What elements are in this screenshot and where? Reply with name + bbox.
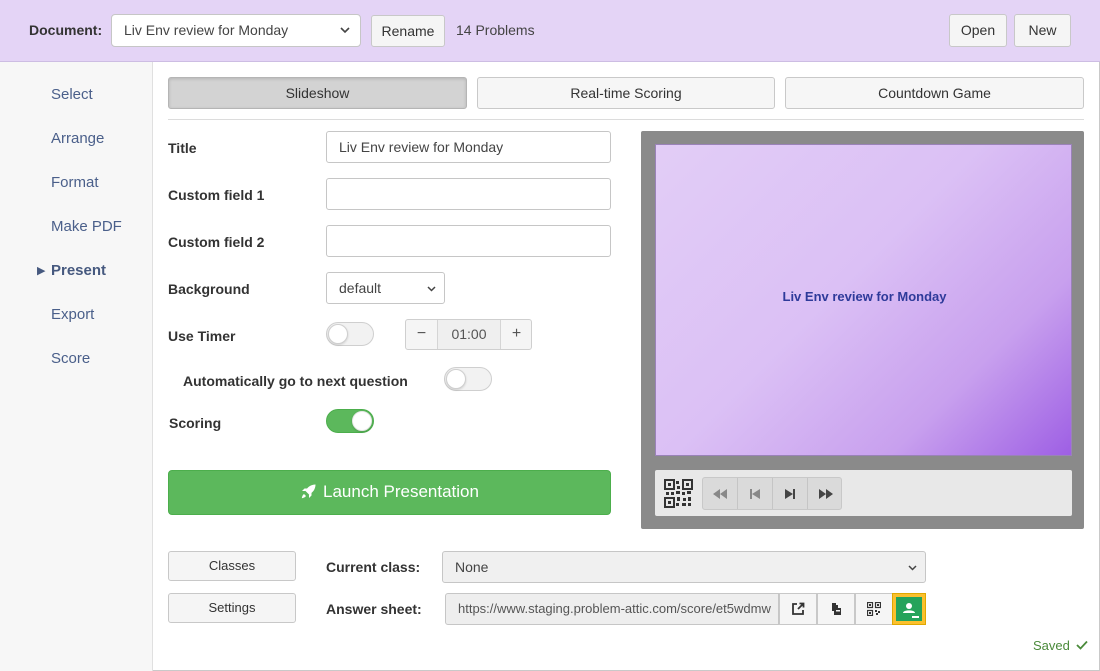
use-timer-toggle[interactable] bbox=[326, 322, 374, 346]
rename-button[interactable]: Rename bbox=[371, 15, 445, 47]
document-label: Document: bbox=[29, 22, 103, 38]
saved-label: Saved bbox=[1033, 638, 1070, 653]
timer-increment-button[interactable]: + bbox=[501, 320, 532, 349]
active-arrow-icon: ▶ bbox=[37, 265, 46, 277]
tab-slideshow[interactable]: Slideshow bbox=[168, 77, 467, 109]
tab-real-time-scoring[interactable]: Real-time Scoring bbox=[477, 77, 775, 109]
qr-code-button[interactable] bbox=[855, 593, 893, 625]
timer-decrement-button[interactable]: − bbox=[406, 320, 437, 349]
chevron-down-icon bbox=[340, 27, 350, 34]
current-class-select[interactable]: None bbox=[442, 551, 926, 583]
document-select-value: Liv Env review for Monday bbox=[124, 22, 289, 38]
answer-sheet-url-input[interactable]: https://www.staging.problem-attic.com/sc… bbox=[445, 593, 779, 625]
check-icon bbox=[1075, 640, 1088, 650]
timer-stepper: − 01:00 + bbox=[405, 319, 532, 350]
next-icon[interactable] bbox=[773, 478, 808, 509]
qr-code-icon bbox=[867, 602, 881, 616]
toggle-knob bbox=[446, 369, 466, 389]
sidebar-item-select[interactable]: Select bbox=[51, 86, 93, 103]
launch-presentation-button[interactable]: Launch Presentation bbox=[168, 470, 611, 515]
header-bar: Document: Liv Env review for Monday Rena… bbox=[0, 0, 1100, 62]
sidebar-item-make-pdf[interactable]: Make PDF bbox=[51, 218, 122, 235]
title-input[interactable]: Liv Env review for Monday bbox=[326, 131, 611, 163]
tab-countdown-game[interactable]: Countdown Game bbox=[785, 77, 1084, 109]
custom-field-1-input[interactable] bbox=[326, 178, 611, 210]
chevron-down-icon bbox=[427, 286, 436, 292]
title-label: Title bbox=[168, 140, 197, 156]
open-button[interactable]: Open bbox=[949, 14, 1007, 47]
current-class-label: Current class: bbox=[326, 559, 421, 575]
fast-forward-icon[interactable] bbox=[808, 478, 843, 509]
sidebar-item-score[interactable]: Score bbox=[51, 350, 90, 367]
tab-divider bbox=[168, 119, 1084, 120]
scoring-label: Scoring bbox=[169, 415, 222, 431]
rewind-icon[interactable] bbox=[703, 478, 738, 509]
problems-count: 14 Problems bbox=[456, 22, 535, 38]
saved-status: Saved bbox=[1033, 638, 1088, 653]
background-select-value: default bbox=[339, 280, 382, 296]
previous-icon[interactable] bbox=[738, 478, 773, 509]
external-link-icon bbox=[792, 602, 805, 615]
auto-next-label: Automatically go to next question bbox=[183, 373, 408, 389]
classes-button[interactable]: Classes bbox=[168, 551, 296, 581]
custom-field-1-label: Custom field 1 bbox=[168, 187, 265, 203]
sidebar-item-present[interactable]: Present bbox=[51, 262, 106, 279]
google-classroom-button[interactable] bbox=[892, 593, 926, 625]
new-button[interactable]: New bbox=[1014, 14, 1071, 47]
chevron-down-icon bbox=[908, 565, 917, 571]
document-select[interactable]: Liv Env review for Monday bbox=[111, 14, 361, 47]
toggle-knob bbox=[328, 324, 348, 344]
rocket-icon bbox=[301, 484, 316, 499]
slide-preview: Liv Env review for Monday bbox=[655, 144, 1072, 456]
copy-link-button[interactable] bbox=[817, 593, 855, 625]
custom-field-2-input[interactable] bbox=[326, 225, 611, 257]
open-link-button[interactable] bbox=[779, 593, 817, 625]
background-select[interactable]: default bbox=[326, 272, 445, 304]
answer-sheet-label: Answer sheet: bbox=[326, 601, 422, 617]
qr-code-icon[interactable] bbox=[664, 479, 693, 508]
slide-title: Liv Env review for Monday bbox=[782, 289, 947, 304]
sidebar-item-format[interactable]: Format bbox=[51, 174, 99, 191]
clipboard-hand-icon bbox=[832, 603, 841, 615]
auto-next-toggle[interactable] bbox=[444, 367, 492, 391]
launch-label: Launch Presentation bbox=[323, 482, 479, 501]
current-class-value: None bbox=[455, 559, 489, 575]
timer-value[interactable]: 01:00 bbox=[437, 320, 501, 349]
background-label: Background bbox=[168, 281, 250, 297]
use-timer-label: Use Timer bbox=[168, 328, 236, 344]
sidebar-item-export[interactable]: Export bbox=[51, 306, 94, 323]
sidebar-item-arrange[interactable]: Arrange bbox=[51, 130, 104, 147]
settings-button[interactable]: Settings bbox=[168, 593, 296, 623]
custom-field-2-label: Custom field 2 bbox=[168, 234, 265, 250]
scoring-toggle[interactable] bbox=[326, 409, 374, 433]
google-classroom-icon bbox=[896, 597, 922, 621]
playback-controls bbox=[702, 477, 842, 510]
toggle-knob bbox=[352, 411, 372, 431]
